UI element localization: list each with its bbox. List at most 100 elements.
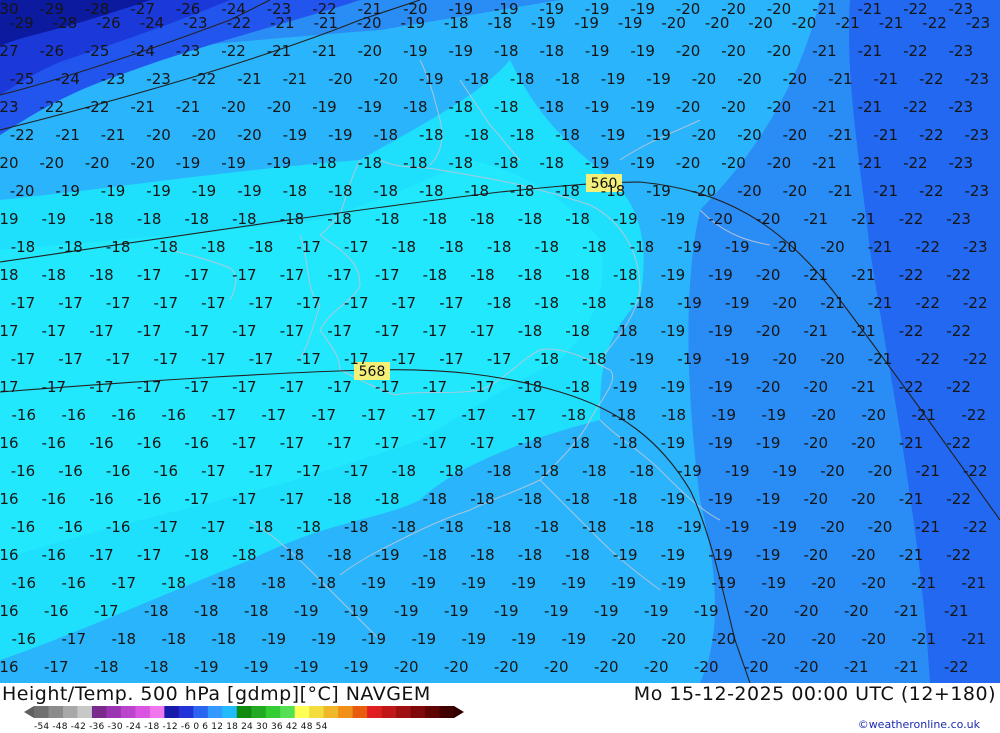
temperature-label: -21 (844, 658, 869, 676)
temperature-label: -20 (0, 154, 19, 172)
temperature-label: -21 (899, 434, 924, 452)
temperature-label: -20 (694, 658, 719, 676)
temperature-label: -19 (661, 546, 686, 564)
temperature-label: -19 (661, 434, 686, 452)
temperature-label: -18 (487, 238, 512, 256)
temperature-label: -19 (630, 42, 655, 60)
temperature-label: -20 (692, 126, 717, 144)
temperature-label: -21 (858, 154, 883, 172)
temperature-label: -18 (535, 350, 560, 368)
temperature-label: -17 (232, 490, 257, 508)
temperature-label: -18 (375, 210, 400, 228)
temperature-label: -23 (183, 14, 208, 32)
temperature-label: -19 (708, 434, 733, 452)
scale-cell (149, 706, 165, 718)
temperature-label: -16 (12, 406, 37, 424)
temperature-label: -19 (756, 490, 781, 508)
temperature-label: -19 (712, 406, 737, 424)
temperature-label: -17 (412, 406, 437, 424)
temperature-label: -20 (676, 98, 701, 116)
temperature-label: -22 (85, 98, 110, 116)
temperature-label: -19 (283, 126, 308, 144)
temperature-label: -22 (922, 14, 947, 32)
temperature-label: -18 (630, 462, 655, 480)
temperature-label: -18 (374, 126, 399, 144)
temperature-label: -19 (244, 658, 269, 676)
temperature-label: -18 (392, 238, 417, 256)
temperature-label: -20 (737, 182, 762, 200)
temperature-label: -19 (646, 70, 671, 88)
temperature-label: -17 (392, 294, 417, 312)
temperature-label: -20 (737, 126, 762, 144)
temperature-label: -22 (946, 322, 971, 340)
temperature-label: -17 (262, 406, 287, 424)
temperature-label: -20 (851, 546, 876, 564)
temperature-label: -19 (630, 350, 655, 368)
temperature-label: -17 (185, 322, 210, 340)
temperature-label: -19 (661, 266, 686, 284)
temperature-label: -18 (565, 210, 590, 228)
temperature-label: -18 (465, 126, 490, 144)
temperature-label: -17 (137, 266, 162, 284)
temperature-label: -19 (646, 126, 671, 144)
temperature-label: -19 (661, 210, 686, 228)
weather-map: 560 568 -30-29-28-27-26-24-23-22-21-20-1… (0, 0, 1000, 683)
temperature-label: -20 (756, 322, 781, 340)
scale-cell (120, 706, 136, 718)
temperature-label: -21 (828, 70, 853, 88)
temperature-label: -22 (946, 434, 971, 452)
temperature-label: -20 (444, 658, 469, 676)
temperature-label: -24 (140, 14, 165, 32)
temperature-label: -20 (868, 518, 893, 536)
temperature-label: -20 (267, 98, 292, 116)
temperature-label: -17 (249, 350, 273, 368)
temperature-label: -17 (327, 434, 352, 452)
temperature-label: -18 (185, 546, 210, 564)
temperature-label: -20 (767, 154, 792, 172)
temperature-label: -17 (201, 350, 226, 368)
temperature-label: -19 (574, 14, 599, 32)
temperature-label: -18 (613, 266, 638, 284)
temperature-label: -18 (154, 238, 179, 256)
scale-cell (367, 706, 383, 718)
temperature-label: -18 (185, 210, 210, 228)
temperature-label: -19 (762, 574, 787, 592)
temperature-label: -17 (137, 378, 162, 396)
temperature-label: -16 (89, 434, 114, 452)
temperature-label: -19 (677, 350, 702, 368)
temperature-label: -17 (201, 294, 226, 312)
temperature-label: -20 (192, 126, 217, 144)
temperature-label: -17 (94, 602, 119, 620)
temperature-label: -18 (518, 434, 543, 452)
temperature-label: -20 (721, 42, 746, 60)
scale-cell (91, 706, 107, 718)
temperature-label: -18 (562, 406, 587, 424)
temperature-label: -17 (327, 378, 352, 396)
scale-cell (439, 706, 455, 718)
temperature-label: -20 (10, 182, 35, 200)
credit-link[interactable]: ©weatheronline.co.uk (858, 718, 980, 731)
scale-cell (106, 706, 122, 718)
temperature-label: -21 (312, 42, 337, 60)
scale-cell (34, 706, 49, 718)
temperature-label: -18 (465, 70, 490, 88)
temperature-label: -17 (344, 294, 369, 312)
temperature-label: -19 (708, 378, 733, 396)
temperature-label: -18 (535, 518, 560, 536)
temperature-label: -19 (725, 350, 750, 368)
temperature-label: -18 (280, 546, 305, 564)
temperature-label: -22 (899, 210, 924, 228)
temperature-label: -21 (828, 126, 853, 144)
temperature-label: -17 (296, 462, 321, 480)
temperature-label: -20 (692, 182, 717, 200)
temperature-label: -18 (630, 518, 655, 536)
temperature-label: -17 (212, 406, 237, 424)
temperature-label: -18 (582, 518, 607, 536)
temperature-label: -22 (946, 266, 971, 284)
temperature-label: -16 (0, 658, 19, 676)
temperature-label: -19 (449, 42, 474, 60)
temperature-label: -17 (201, 462, 226, 480)
temperature-label: -19 (531, 14, 556, 32)
temperature-label: -18 (328, 182, 353, 200)
temperature-label: -22 (915, 238, 940, 256)
